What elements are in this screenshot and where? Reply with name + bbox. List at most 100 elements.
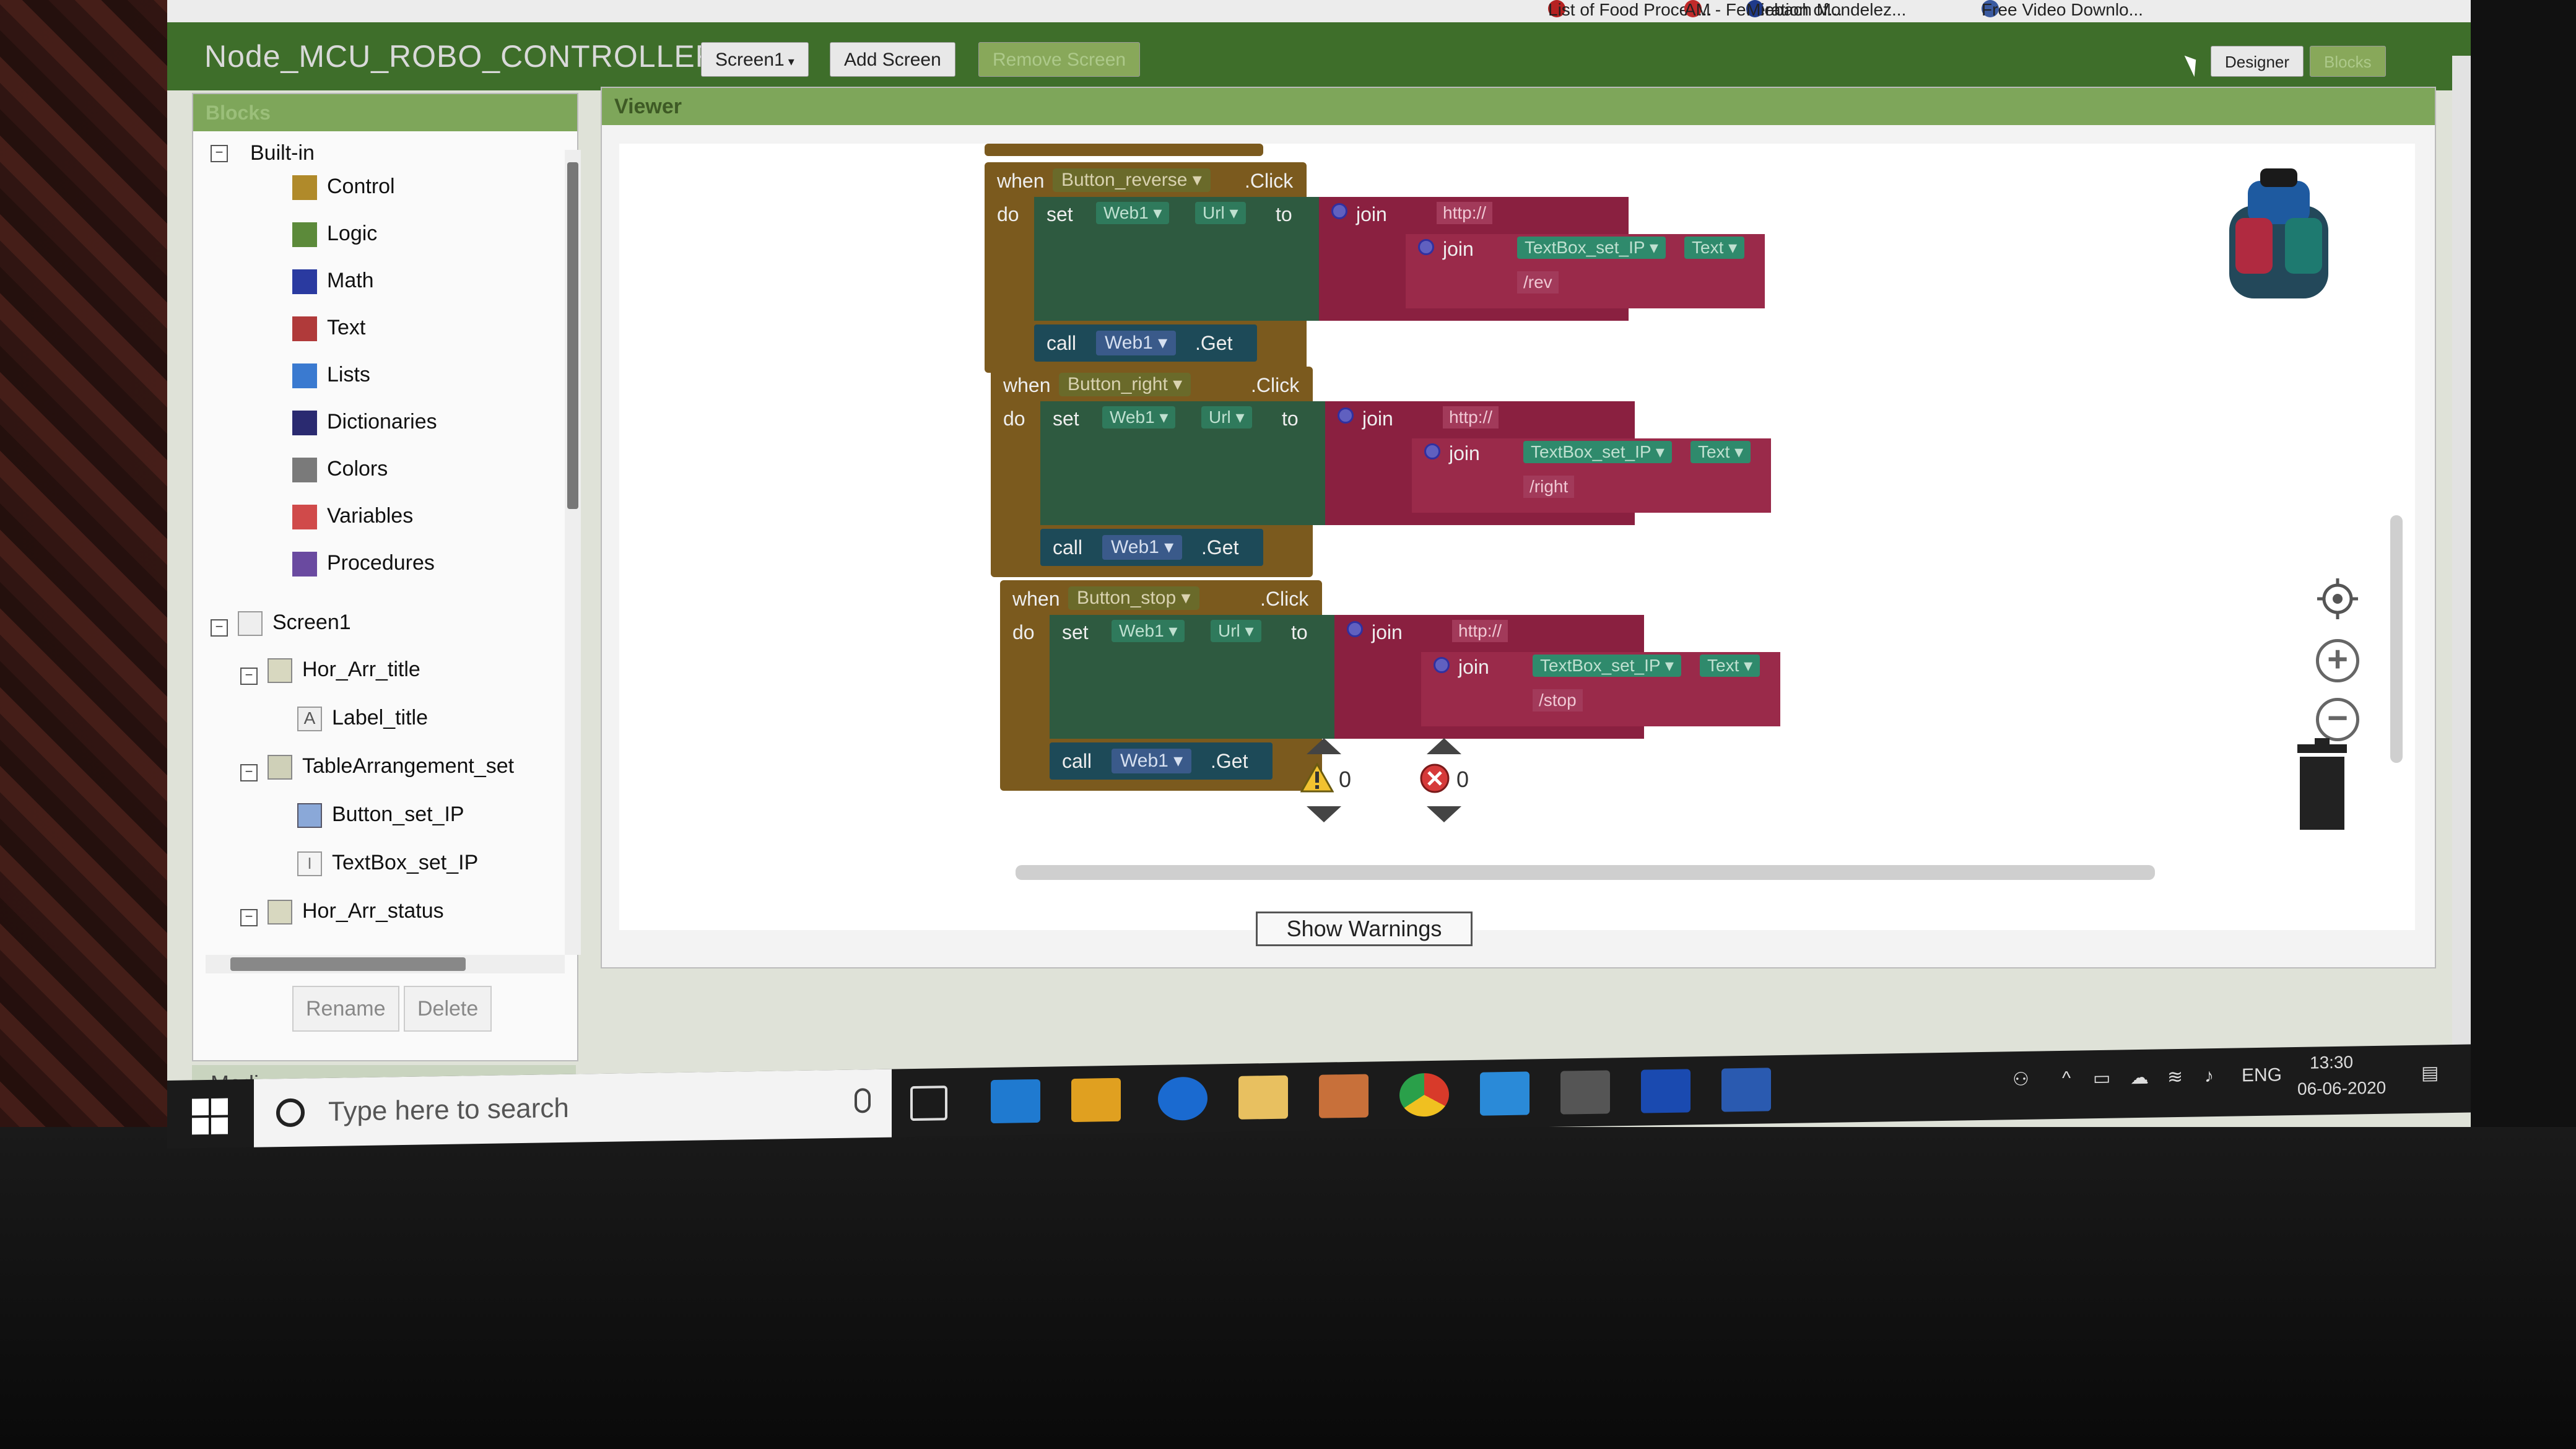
property-dropdown[interactable]: Text ▾ [1684, 237, 1745, 259]
show-warnings-button[interactable]: Show Warnings [1256, 912, 1473, 946]
windows-start-icon[interactable] [192, 1098, 228, 1135]
scroll-thumb[interactable] [567, 162, 578, 509]
string-literal[interactable]: /right [1523, 476, 1575, 498]
collapse-toggle[interactable]: − [240, 909, 258, 926]
builtin-item-dictionaries[interactable]: Dictionaries [292, 410, 437, 436]
component-dropdown[interactable]: Web1 ▾ [1096, 331, 1177, 355]
string-literal[interactable]: /rev [1517, 271, 1559, 294]
next-warning-arrow[interactable] [1307, 806, 1341, 822]
builtin-item-colors[interactable]: Colors [292, 457, 388, 483]
zoom-in-icon[interactable]: + [2316, 639, 2359, 682]
collapse-toggle[interactable]: − [240, 764, 258, 781]
volume-icon[interactable]: ♪ [2204, 1066, 2214, 1087]
video-app-icon[interactable] [1560, 1070, 1610, 1115]
property-dropdown[interactable]: Url ▾ [1195, 202, 1246, 224]
language-indicator[interactable]: ENG [2242, 1064, 2282, 1086]
string-literal[interactable]: http:// [1437, 202, 1493, 224]
string-literal[interactable]: /stop [1533, 689, 1583, 711]
component-dropdown[interactable]: TextBox_set_IP ▾ [1533, 655, 1681, 677]
component-dropdown[interactable]: Button_right ▾ [1059, 373, 1191, 396]
string-literal[interactable]: http:// [1443, 406, 1499, 429]
outlook-icon[interactable] [1319, 1074, 1368, 1118]
delete-button[interactable]: Delete [404, 986, 492, 1032]
workspace-horizontal-scrollbar[interactable] [1016, 865, 2155, 880]
scroll-thumb[interactable] [230, 957, 466, 971]
partial-event-block[interactable] [985, 144, 1263, 156]
builtin-item-variables[interactable]: Variables [292, 504, 413, 530]
component-dropdown[interactable]: Button_stop ▾ [1068, 586, 1199, 610]
file-explorer-icon[interactable] [1238, 1075, 1288, 1120]
builtin-item-procedures[interactable]: Procedures [292, 551, 435, 577]
component-dropdown[interactable]: TextBox_set_IP ▾ [1517, 237, 1666, 259]
previous-error-arrow[interactable] [1427, 738, 1461, 754]
builtin-item-math[interactable]: Math [292, 269, 374, 295]
tree-item-hor-arr-status[interactable]: Hor_Arr_status [268, 899, 444, 925]
mutator-gear-icon[interactable] [1338, 407, 1354, 424]
notifications-icon[interactable]: ▤ [2421, 1062, 2439, 1084]
blocks-button[interactable]: Blocks [2310, 46, 2386, 77]
word-icon[interactable] [1721, 1068, 1771, 1112]
mutator-gear-icon[interactable] [1347, 621, 1363, 637]
component-dropdown[interactable]: Web1 ▾ [1112, 620, 1185, 642]
task-view-icon[interactable] [910, 1086, 947, 1121]
blocks-workspace[interactable]: when Button_reverse ▾ .Click do set Web1… [619, 144, 2415, 930]
designer-button[interactable]: Designer [2211, 46, 2304, 77]
mutator-gear-icon[interactable] [1434, 657, 1450, 673]
property-dropdown[interactable]: Text ▾ [1700, 655, 1760, 677]
component-dropdown[interactable]: Web1 ▾ [1102, 406, 1176, 429]
chevron-up-icon[interactable]: ^ [2062, 1068, 2071, 1089]
collapse-toggle[interactable]: − [240, 668, 258, 685]
tree-vertical-scrollbar[interactable] [565, 150, 581, 955]
cloud-icon[interactable]: ☁ [2130, 1067, 2149, 1089]
chrome-icon[interactable] [1399, 1073, 1449, 1117]
string-literal[interactable]: http:// [1452, 620, 1508, 642]
sway-icon[interactable] [1641, 1069, 1690, 1113]
trash-icon[interactable] [2291, 738, 2347, 830]
builtin-item-lists[interactable]: Lists [292, 363, 370, 389]
mutator-gear-icon[interactable] [1424, 443, 1440, 459]
component-dropdown[interactable]: Web1 ▾ [1102, 535, 1183, 560]
previous-warning-arrow[interactable] [1307, 738, 1341, 754]
tree-item-table-arrangement[interactable]: TableArrangement_set [268, 754, 514, 780]
battery-icon[interactable]: ▭ [2093, 1068, 2110, 1089]
tree-item-label-title[interactable]: A Label_title [297, 706, 428, 732]
page-scrollbar[interactable] [2452, 56, 2471, 1096]
component-dropdown[interactable]: Web1 ▾ [1096, 202, 1170, 224]
people-icon[interactable]: ⚇ [2012, 1069, 2029, 1090]
next-error-arrow[interactable] [1427, 806, 1461, 822]
tree-item-button-set-ip[interactable]: Button_set_IP [297, 803, 464, 829]
remove-screen-button[interactable]: Remove Screen [978, 42, 1141, 77]
builtin-item-control[interactable]: Control [292, 175, 395, 201]
mail-icon[interactable] [991, 1079, 1040, 1124]
screen-select[interactable]: Screen1 ▾ [701, 42, 809, 77]
rename-button[interactable]: Rename [292, 986, 399, 1032]
component-dropdown[interactable]: Web1 ▾ [1112, 749, 1192, 773]
backpack-icon[interactable] [2204, 168, 2353, 314]
component-dropdown[interactable]: Button_reverse ▾ [1053, 168, 1211, 192]
tree-item-screen1[interactable]: Screen1 [238, 611, 351, 637]
store-icon[interactable] [1071, 1077, 1121, 1123]
clock-date[interactable]: 06-06-2020 [2297, 1078, 2386, 1099]
clock-time[interactable]: 13:30 [2310, 1053, 2353, 1073]
builtin-item-logic[interactable]: Logic [292, 222, 377, 248]
recenter-icon[interactable] [2316, 577, 2359, 620]
property-dropdown[interactable]: Url ▾ [1201, 406, 1252, 429]
mutator-gear-icon[interactable] [1331, 203, 1347, 219]
taskbar-search-box[interactable]: Type here to search [254, 1069, 892, 1147]
add-screen-button[interactable]: Add Screen [830, 42, 955, 77]
tree-item-textbox-set-ip[interactable]: I TextBox_set_IP [297, 851, 478, 877]
property-dropdown[interactable]: Url ▾ [1211, 620, 1261, 642]
zoom-app-icon[interactable] [1480, 1071, 1530, 1116]
microphone-icon[interactable] [855, 1088, 871, 1113]
mutator-gear-icon[interactable] [1418, 239, 1434, 255]
component-dropdown[interactable]: TextBox_set_IP ▾ [1523, 441, 1672, 463]
collapse-toggle[interactable]: − [211, 145, 228, 162]
wifi-icon[interactable]: ≋ [2167, 1066, 2183, 1088]
zoom-out-icon[interactable]: − [2316, 698, 2359, 741]
tree-item-hor-arr-title[interactable]: Hor_Arr_title [268, 658, 420, 684]
workspace-vertical-scrollbar[interactable] [2390, 515, 2403, 763]
edge-icon[interactable] [1158, 1076, 1208, 1121]
property-dropdown[interactable]: Text ▾ [1690, 441, 1751, 463]
collapse-toggle[interactable]: − [211, 619, 228, 637]
tree-horizontal-scrollbar[interactable] [206, 955, 565, 973]
